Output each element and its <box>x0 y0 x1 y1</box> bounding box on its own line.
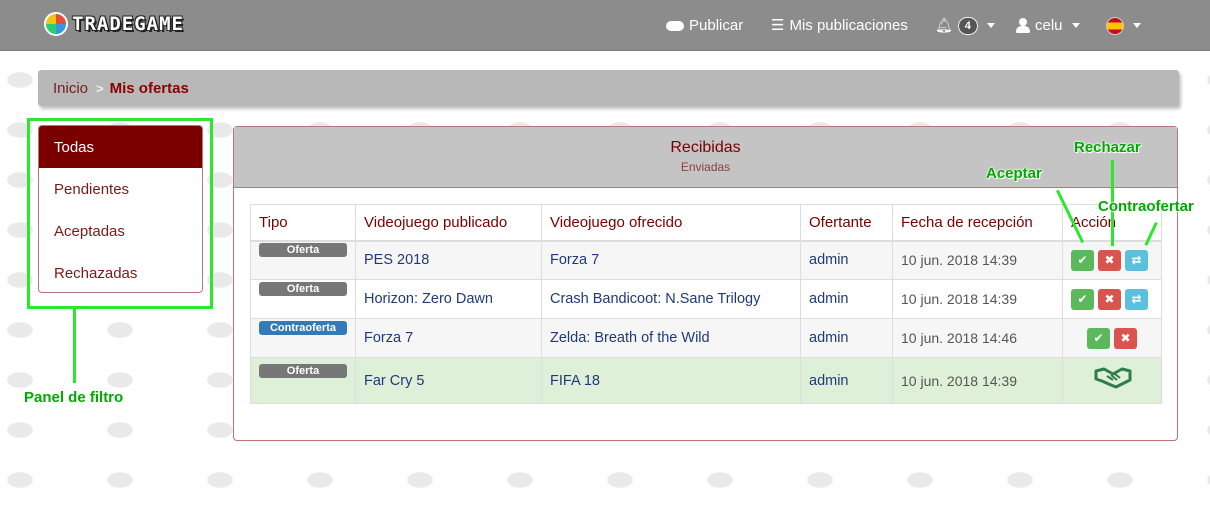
table-row: Oferta Far Cry 5 FIFA 18 admin 10 jun. 2… <box>250 357 1162 404</box>
navbar: TRADEGAME Publicar ☰ Mis publicaciones 🔔… <box>0 0 1210 51</box>
notifications-dropdown[interactable]: 🔔︎ 4 <box>935 0 995 51</box>
reject-button[interactable]: ✖ <box>1098 288 1121 310</box>
col-publicado: Videojuego publicado <box>355 204 542 242</box>
nav-publicar[interactable]: Publicar <box>666 0 743 51</box>
accept-button[interactable]: ✔ <box>1087 327 1110 349</box>
cell-ofrecido[interactable]: Crash Bandicoot: N.Sane Trilogy <box>541 279 801 319</box>
spain-flag-icon <box>1106 16 1124 35</box>
reject-button[interactable]: ✖ <box>1098 249 1121 271</box>
annotation-contraofertar: Contraofertar <box>1098 198 1194 215</box>
user-icon <box>1016 18 1030 33</box>
offers-table: Tipo Videojuego publicado Videojuego ofr… <box>250 204 1162 404</box>
table-header-row: Tipo Videojuego publicado Videojuego ofr… <box>250 204 1162 242</box>
cell-fecha: 10 jun. 2018 14:46 <box>892 318 1063 358</box>
gamepad-logo-icon <box>44 12 68 36</box>
counteroffer-button[interactable]: ⇄ <box>1125 288 1148 310</box>
caret-down-icon <box>1133 23 1141 28</box>
col-ofertante: Ofertante <box>800 204 893 242</box>
cell-fecha: 10 jun. 2018 14:39 <box>892 279 1063 319</box>
nav-mis-publicaciones[interactable]: ☰ Mis publicaciones <box>771 0 908 51</box>
handshake-icon <box>1094 367 1132 389</box>
list-icon: ☰ <box>771 17 785 34</box>
cell-publicado[interactable]: PES 2018 <box>355 240 542 280</box>
exchange-icon: ⇄ <box>1131 253 1142 268</box>
breadcrumb-home[interactable]: Inicio <box>53 80 88 97</box>
cell-ofrecido[interactable]: Forza 7 <box>541 240 801 280</box>
col-fecha: Fecha de recepción <box>892 204 1063 242</box>
breadcrumb-current: Mis ofertas <box>109 79 189 97</box>
cell-ofertante[interactable]: admin <box>800 240 893 280</box>
table-row: Oferta PES 2018 Forza 7 admin 10 jun. 20… <box>250 240 1162 280</box>
cell-fecha: 10 jun. 2018 14:39 <box>892 240 1063 280</box>
brand-link[interactable]: TRADEGAME <box>44 12 184 36</box>
cell-publicado[interactable]: Forza 7 <box>355 318 542 358</box>
user-name: celu <box>1035 17 1063 34</box>
cell-publicado[interactable]: Horizon: Zero Dawn <box>355 279 542 319</box>
breadcrumb: Inicio > Mis ofertas <box>38 70 1179 106</box>
gamepad-icon <box>666 20 684 31</box>
cell-ofrecido[interactable]: Zelda: Breath of the Wild <box>541 318 801 358</box>
check-icon: ✔ <box>1093 331 1104 345</box>
notification-count-badge: 4 <box>957 16 978 35</box>
col-ofrecido: Videojuego ofrecido <box>541 204 801 242</box>
brand-name: TRADEGAME <box>72 13 184 35</box>
breadcrumb-separator: > <box>96 80 104 96</box>
check-icon: ✔ <box>1077 292 1088 306</box>
user-dropdown[interactable]: celu <box>1016 0 1080 51</box>
cell-ofertante[interactable]: admin <box>800 279 893 319</box>
check-icon: ✔ <box>1077 253 1088 268</box>
tipo-badge: Oferta <box>259 243 347 258</box>
caret-down-icon <box>1071 23 1080 28</box>
annotation-filter-panel: Panel de filtro <box>24 389 124 406</box>
cell-ofrecido[interactable]: FIFA 18 <box>541 357 801 404</box>
cell-fecha: 10 jun. 2018 14:39 <box>892 357 1063 404</box>
filter-panel-highlight <box>27 118 213 309</box>
times-icon: ✖ <box>1104 253 1115 268</box>
counteroffer-button[interactable]: ⇄ <box>1125 249 1148 271</box>
tab-recibidas[interactable]: Recibidas <box>234 139 1177 157</box>
nav-mis-publicaciones-label: Mis publicaciones <box>789 17 908 34</box>
nav-publicar-label: Publicar <box>689 17 744 34</box>
annotation-aceptar: Aceptar <box>986 165 1042 182</box>
tipo-badge: Oferta <box>259 363 347 378</box>
accept-button[interactable]: ✔ <box>1071 249 1094 271</box>
cell-ofertante[interactable]: admin <box>800 318 893 358</box>
tipo-badge: Oferta <box>259 282 347 296</box>
filter-panel-pointer <box>73 309 76 383</box>
times-icon: ✖ <box>1120 331 1131 345</box>
table-row: Oferta Horizon: Zero Dawn Crash Bandicoo… <box>250 279 1162 319</box>
exchange-icon: ⇄ <box>1131 292 1142 306</box>
annotation-rechazar: Rechazar <box>1074 139 1141 156</box>
times-icon: ✖ <box>1104 292 1115 306</box>
caret-down-icon <box>986 23 995 28</box>
accept-button[interactable]: ✔ <box>1071 288 1094 310</box>
bell-icon: 🔔︎ <box>935 17 953 33</box>
cell-ofertante[interactable]: admin <box>800 357 893 404</box>
col-tipo: Tipo <box>250 204 356 242</box>
cell-publicado[interactable]: Far Cry 5 <box>355 357 542 404</box>
table-row: Contraoferta Forza 7 Zelda: Breath of th… <box>250 318 1162 358</box>
reject-button[interactable]: ✖ <box>1114 327 1137 349</box>
tipo-badge: Contraoferta <box>259 321 347 335</box>
language-dropdown[interactable] <box>1106 0 1141 51</box>
handshake-icon <box>1071 365 1153 396</box>
